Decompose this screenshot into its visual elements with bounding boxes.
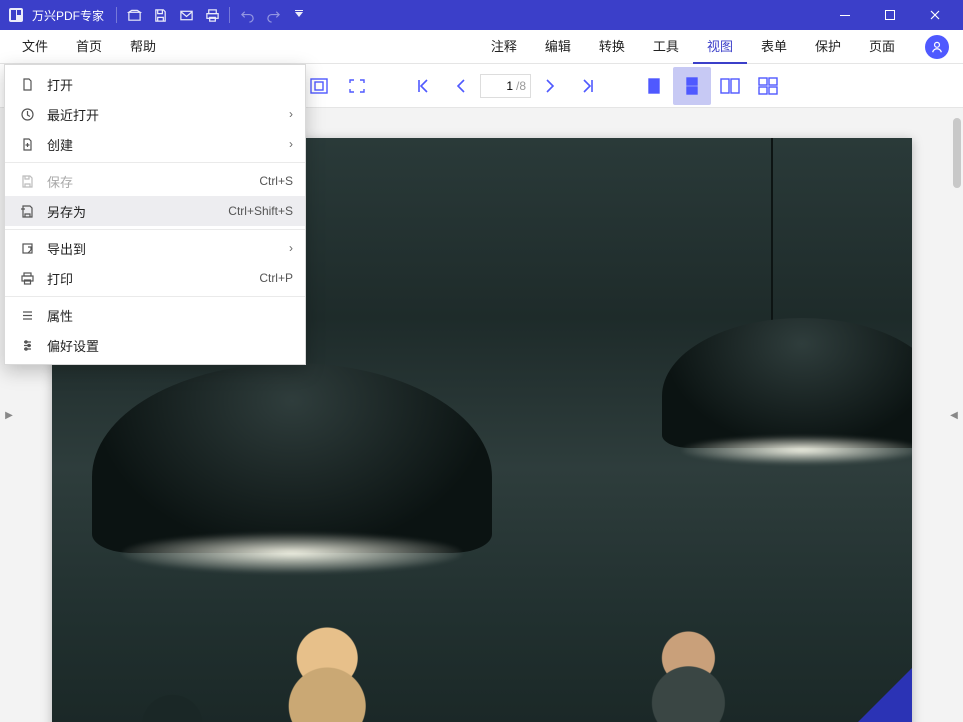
- clock-icon: [17, 107, 37, 122]
- right-panel-toggle[interactable]: ◀: [945, 108, 963, 722]
- title-bar: 万兴PDF专家: [0, 0, 963, 30]
- qat-print-button[interactable]: [199, 1, 225, 29]
- chevron-left-icon: ◀: [950, 410, 958, 421]
- menu-item-label: 创建: [47, 135, 73, 154]
- page-current-input[interactable]: [485, 79, 513, 93]
- chevron-right-icon: ›: [289, 241, 293, 255]
- tab-annotate[interactable]: 注释: [477, 30, 531, 64]
- menu-item-label: 最近打开: [47, 105, 99, 124]
- menu-item-open[interactable]: 打开: [5, 69, 305, 99]
- image-region: [52, 578, 912, 722]
- menu-bar: 文件 首页 帮助 注释 编辑 转换 工具 视图 表单 保护 页面: [0, 30, 963, 64]
- account-avatar-button[interactable]: [925, 35, 949, 59]
- chevron-right-icon: ›: [289, 107, 293, 121]
- menu-separator: [5, 162, 305, 163]
- menu-separator: [5, 296, 305, 297]
- menu-item-shortcut: Ctrl+Shift+S: [228, 204, 293, 218]
- save-as-icon: [17, 204, 37, 219]
- qat-save-button[interactable]: [147, 1, 173, 29]
- vertical-scrollbar[interactable]: [953, 118, 961, 188]
- tab-view[interactable]: 视图: [693, 30, 747, 64]
- menu-item-label: 保存: [47, 172, 73, 191]
- window-close-button[interactable]: [912, 0, 957, 30]
- single-page-button[interactable]: [635, 67, 673, 105]
- first-page-button[interactable]: [404, 67, 442, 105]
- menu-item-recent[interactable]: 最近打开 ›: [5, 99, 305, 129]
- page-corner-fold: [842, 668, 912, 722]
- separator: [116, 7, 117, 23]
- qat-email-button[interactable]: [173, 1, 199, 29]
- next-page-button[interactable]: [531, 67, 569, 105]
- menu-item-save-as[interactable]: 另存为 Ctrl+Shift+S: [5, 196, 305, 226]
- tab-pages[interactable]: 页面: [855, 30, 909, 64]
- menu-item-label: 打开: [47, 75, 73, 94]
- qat-redo-button[interactable]: [260, 1, 286, 29]
- menu-help[interactable]: 帮助: [116, 30, 170, 64]
- qat-open-button[interactable]: [121, 1, 147, 29]
- two-page-button[interactable]: [711, 67, 749, 105]
- menu-item-shortcut: Ctrl+S: [259, 174, 293, 188]
- qat-customize-button[interactable]: [286, 1, 312, 29]
- last-page-button[interactable]: [569, 67, 607, 105]
- menu-item-shortcut: Ctrl+P: [259, 271, 293, 285]
- chevron-right-icon: ▶: [5, 410, 13, 421]
- separator: [229, 7, 230, 23]
- two-page-continuous-button[interactable]: [749, 67, 787, 105]
- file-icon: [17, 77, 37, 92]
- menu-item-create[interactable]: 创建 ›: [5, 129, 305, 159]
- tab-tools[interactable]: 工具: [639, 30, 693, 64]
- window-minimize-button[interactable]: [822, 0, 867, 30]
- fullscreen-button[interactable]: [338, 67, 376, 105]
- menu-item-save: 保存 Ctrl+S: [5, 166, 305, 196]
- menu-file[interactable]: 文件: [8, 30, 62, 64]
- menu-home[interactable]: 首页: [62, 30, 116, 64]
- tab-convert[interactable]: 转换: [585, 30, 639, 64]
- settings-icon: [17, 338, 37, 353]
- page-indicator[interactable]: /8: [480, 74, 531, 98]
- file-menu-dropdown: 打开 最近打开 › 创建 › 保存 Ctrl+S 另存为 Ctrl+Shift+…: [4, 64, 306, 365]
- save-icon: [17, 174, 37, 189]
- print-icon: [17, 271, 37, 286]
- menu-item-label: 打印: [47, 269, 73, 288]
- window-maximize-button[interactable]: [867, 0, 912, 30]
- menu-item-preferences[interactable]: 偏好设置: [5, 330, 305, 360]
- menu-separator: [5, 229, 305, 230]
- menu-item-properties[interactable]: 属性: [5, 300, 305, 330]
- properties-icon: [17, 308, 37, 323]
- tab-forms[interactable]: 表单: [747, 30, 801, 64]
- menu-item-print[interactable]: 打印 Ctrl+P: [5, 263, 305, 293]
- tab-protect[interactable]: 保护: [801, 30, 855, 64]
- app-logo-icon: [6, 5, 26, 25]
- new-file-icon: [17, 137, 37, 152]
- prev-page-button[interactable]: [442, 67, 480, 105]
- menu-item-label: 偏好设置: [47, 336, 99, 355]
- menu-item-label: 导出到: [47, 239, 86, 258]
- page-total: /8: [513, 79, 526, 93]
- chevron-right-icon: ›: [289, 137, 293, 151]
- app-title: 万兴PDF专家: [32, 7, 104, 24]
- qat-undo-button[interactable]: [234, 1, 260, 29]
- menu-item-label: 属性: [47, 306, 73, 325]
- menu-item-export[interactable]: 导出到 ›: [5, 233, 305, 263]
- continuous-page-button[interactable]: [673, 67, 711, 105]
- menu-item-label: 另存为: [47, 202, 86, 221]
- tab-edit[interactable]: 编辑: [531, 30, 585, 64]
- export-icon: [17, 241, 37, 256]
